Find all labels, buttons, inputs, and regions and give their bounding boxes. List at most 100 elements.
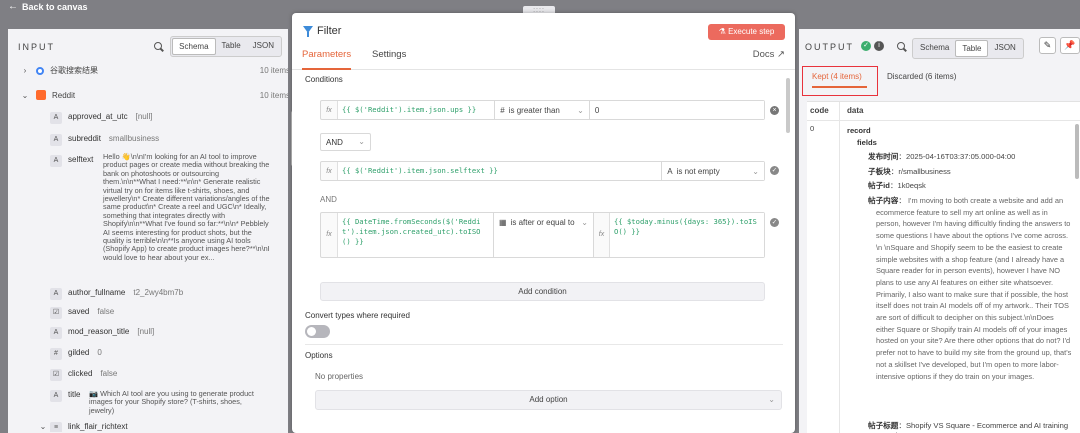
view-tab-table[interactable]: Table: [955, 40, 989, 57]
info-icon[interactable]: i: [874, 41, 884, 51]
column-separator: [839, 102, 840, 433]
tab-settings[interactable]: Settings: [372, 49, 406, 70]
output-scrollbar[interactable]: [1075, 124, 1079, 179]
field-value: t2_2wy4bm7b: [133, 288, 184, 297]
success-check-icon: ✓: [861, 41, 871, 51]
boolean-type-icon: ☑: [50, 369, 62, 381]
node-count: 10 items: [259, 90, 288, 100]
schema-tree: › 谷歌搜索结果 10 items ⌄ Reddit 10 items A ap…: [8, 64, 288, 432]
post-title-value: Shopify VS Square - Ecommerce and AI tra…: [868, 421, 1069, 433]
post-content-value: I'm moving to both create a website and …: [876, 196, 1072, 381]
field-value: [null]: [137, 327, 155, 336]
publish-time-value: 2025-04-16T03:37:05.000-04:00: [905, 152, 1016, 161]
row-code-cell: 0: [810, 124, 815, 133]
post-title-key: 帖子标题: [868, 421, 899, 430]
fields-key: fields: [857, 138, 877, 147]
chevron-down-icon: ⌄: [768, 395, 775, 404]
string-type-icon: A: [667, 166, 673, 176]
field-saved[interactable]: ☑ saved false: [50, 307, 282, 319]
kept-tab-highlight: [802, 66, 878, 96]
field-value: smallbusiness: [108, 134, 160, 143]
node-name: Reddit: [52, 90, 76, 100]
tab-discarded[interactable]: Discarded (6 items): [887, 72, 956, 81]
tab-kept[interactable]: Kept (4 items): [812, 72, 862, 81]
pencil-icon: ✎: [1043, 40, 1052, 50]
field-name: title: [68, 390, 81, 399]
view-tab-json[interactable]: JSON: [988, 40, 1021, 57]
condition-left-expression[interactable]: {{ $('Reddit').item.json.selftext }}: [338, 162, 662, 180]
string-type-icon: A: [50, 288, 62, 300]
condition-left-expression[interactable]: {{ DateTime.fromSeconds($('Reddit').item…: [338, 213, 493, 257]
field-value: 0: [97, 348, 102, 357]
field-name: saved: [68, 307, 90, 316]
docs-link[interactable]: Docs ↗: [753, 49, 785, 60]
view-tab-schema[interactable]: Schema: [172, 38, 216, 55]
post-id-value: 1k0eqsk: [897, 181, 926, 190]
subsection-key: 子板块: [868, 167, 891, 176]
search-icon[interactable]: [153, 41, 164, 52]
combinator-select[interactable]: AND ⌄: [320, 133, 371, 151]
view-tab-schema[interactable]: Schema: [914, 40, 955, 57]
condition-row-1: fx {{ $('Reddit').item.json.ups }} # is …: [320, 100, 765, 120]
tab-parameters[interactable]: Parameters: [302, 49, 352, 70]
field-gilded[interactable]: # gilded 0: [50, 348, 282, 360]
chevron-down-icon: ⌄: [21, 90, 29, 100]
add-condition-button[interactable]: Add condition: [320, 282, 765, 301]
node-google-results[interactable]: › 谷歌搜索结果 10 items: [20, 65, 288, 76]
remove-condition-icon[interactable]: ×: [770, 106, 779, 115]
arrow-left-icon: ←: [8, 1, 18, 12]
subsection-value: r/smallbusiness: [898, 167, 951, 176]
operator-select[interactable]: # is greater than ⌄: [494, 101, 589, 119]
node-reddit[interactable]: ⌄ Reddit 10 items: [20, 90, 288, 100]
add-option-label: Add option: [529, 395, 568, 404]
string-type-icon: A: [50, 134, 62, 146]
output-header: OUTPUT ✓ i Schema Table JSON ✎ 📌: [799, 29, 1080, 64]
condition-left-expression[interactable]: {{ $('Reddit').item.json.ups }}: [338, 101, 495, 119]
record-key: record: [847, 126, 871, 135]
column-header-code: code: [810, 106, 829, 115]
view-tab-table[interactable]: Table: [216, 38, 247, 55]
flask-icon: ⚗: [718, 27, 729, 36]
output-panel: OUTPUT ✓ i Schema Table JSON ✎ 📌 Kept (4…: [799, 29, 1080, 433]
header-separator: [807, 120, 1080, 121]
condition-check-icon: ✓: [770, 218, 779, 227]
divider: [305, 344, 783, 345]
operator-select[interactable]: A is not empty ⌄: [661, 162, 764, 180]
chevron-down-icon: ⌄: [577, 105, 584, 115]
field-name: subreddit: [68, 134, 101, 143]
field-mod-reason-title[interactable]: A mod_reason_title [null]: [50, 327, 282, 339]
condition-right-value[interactable]: 0: [588, 101, 764, 119]
edit-output-button[interactable]: ✎: [1039, 37, 1056, 54]
condition-row-3: fx {{ DateTime.fromSeconds($('Reddit').i…: [320, 212, 765, 258]
search-icon[interactable]: [896, 41, 907, 52]
back-to-canvas-button[interactable]: ← Back to canvas: [8, 1, 88, 12]
field-author-fullname[interactable]: A author_fullname t2_2wy4bm7b: [50, 288, 282, 300]
string-type-icon: A: [50, 327, 62, 339]
field-name: selftext: [68, 155, 94, 164]
field-link-flair-richtext[interactable]: ⌄ ≡ link_flair_richtext: [38, 422, 270, 432]
google-icon: [36, 66, 44, 75]
post-title-entry: 帖子标题：Shopify VS Square - Ecommerce and A…: [868, 420, 1073, 433]
title-value: 📷 Which AI tool are you using to generat…: [89, 389, 256, 415]
execute-step-button[interactable]: ⚗ Execute step: [708, 24, 785, 40]
field-subreddit[interactable]: A subreddit smallbusiness: [50, 134, 282, 146]
field-value: false: [100, 369, 118, 378]
field-approved-at-utc[interactable]: A approved_at_utc [null]: [50, 112, 282, 124]
combinator-label: AND: [326, 138, 343, 147]
convert-types-label: Convert types where required: [305, 311, 410, 320]
modal-scrollbar[interactable]: [786, 78, 790, 133]
convert-types-toggle[interactable]: [305, 325, 330, 338]
field-value: [null]: [135, 112, 153, 121]
field-clicked[interactable]: ☑ clicked false: [50, 369, 282, 381]
string-type-icon: A: [50, 390, 62, 402]
operator-select[interactable]: ▦ is after or equal to ⌄: [493, 213, 593, 257]
add-option-button[interactable]: Add option ⌄: [315, 390, 782, 410]
selftext-value: Hello 👋\n\nI'm looking for an AI tool to…: [103, 152, 272, 262]
pin-data-button[interactable]: 📌: [1060, 37, 1080, 54]
field-value: false: [97, 307, 115, 316]
chevron-right-icon: ›: [23, 66, 27, 75]
input-view-switch: Schema Table JSON: [170, 36, 282, 57]
publish-time-entry: 发布时间：2025-04-16T03:37:05.000-04:00: [868, 152, 1016, 161]
condition-right-expression[interactable]: {{ $today.minus({days: 365}).toISO() }}: [610, 213, 764, 257]
view-tab-json[interactable]: JSON: [247, 38, 280, 55]
